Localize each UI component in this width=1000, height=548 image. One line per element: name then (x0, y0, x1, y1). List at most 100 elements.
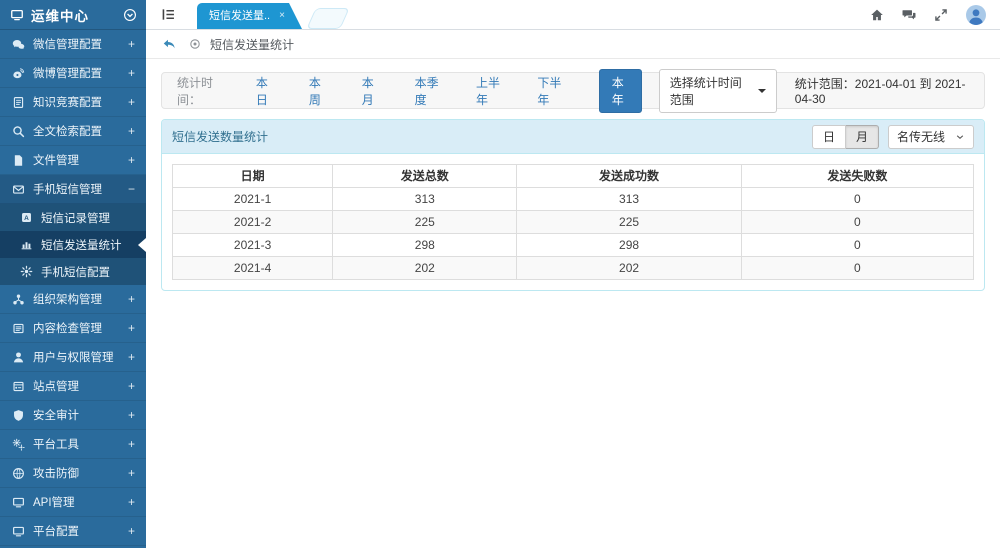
table-header-cell: 日期 (173, 165, 333, 188)
user-avatar[interactable] (966, 5, 986, 25)
table-cell: 0 (741, 257, 973, 280)
table-cell: 313 (333, 188, 517, 211)
sidebar-item-7[interactable]: 内容检查管理+ (0, 314, 146, 343)
sidebar-item-12[interactable]: 攻击防御+ (0, 459, 146, 488)
comments-icon[interactable] (902, 8, 916, 22)
plus-icon: + (128, 408, 135, 422)
table-cell: 298 (333, 234, 517, 257)
weibo-icon (12, 67, 25, 80)
plus-icon: + (128, 95, 135, 109)
table-row: 2021-13133130 (173, 188, 974, 211)
table-cell: 2021-4 (173, 257, 333, 280)
table-cell: 225 (517, 211, 741, 234)
plus-icon: + (128, 437, 135, 451)
breadcrumb: 短信发送量统计 (146, 30, 1000, 59)
sidebar-item-3[interactable]: 全文检索配置+ (0, 117, 146, 146)
caret-down-icon (758, 89, 766, 93)
quiz-doc-icon (12, 96, 25, 109)
sidebar-item-9[interactable]: 站点管理+ (0, 372, 146, 401)
sidebar-item-0[interactable]: 微信管理配置+ (0, 30, 146, 59)
content: 统计时间： 本日本周本月本季度上半年下半年本年 选择统计时间范围 统计范围：20… (146, 59, 1000, 291)
fullscreen-icon[interactable] (934, 8, 948, 22)
channel-select[interactable]: 名传无线 (888, 125, 974, 149)
tab-label: 短信发送量.. (209, 3, 270, 29)
filter-option-4[interactable]: 上半年 (476, 74, 501, 108)
plus-icon: + (128, 66, 135, 80)
sidebar: 运维中心 微信管理配置+微博管理配置+知识竞赛配置+全文检索配置+文件管理+手机… (0, 0, 146, 548)
envelope-icon (12, 183, 25, 196)
filter-option-2[interactable]: 本月 (362, 74, 379, 108)
bar-chart-icon (20, 238, 33, 251)
table-header-cell: 发送总数 (333, 165, 517, 188)
filter-bar: 统计时间： 本日本周本月本季度上半年下半年本年 选择统计时间范围 统计范围：20… (161, 72, 985, 109)
sidebar-item-11[interactable]: 平台工具+ (0, 430, 146, 459)
plus-icon: + (128, 124, 135, 138)
plus-icon: + (128, 379, 135, 393)
table-cell: 2021-1 (173, 188, 333, 211)
sidebar-submenu: A短信记录管理短信发送量统计手机短信配置 (0, 204, 146, 285)
table-cell: 298 (517, 234, 741, 257)
main-area: 短信发送量.. × 短信发送量统计 统计时间： 本日本周本月本季度上半年下半年本… (146, 0, 1000, 548)
sidebar-item-5[interactable]: 手机短信管理− (0, 175, 146, 204)
tab-sms-stats[interactable]: 短信发送量.. × (197, 3, 289, 29)
sidebar-item-label: 全文检索配置 (33, 123, 128, 139)
filter-option-6-selected[interactable]: 本年 (599, 69, 642, 113)
view-button-0[interactable]: 日 (812, 125, 846, 149)
minus-icon: − (128, 182, 135, 196)
topbar-icons (870, 0, 986, 30)
sidebar-item-label: 组织架构管理 (33, 291, 128, 307)
sidebar-item-13[interactable]: API管理+ (0, 488, 146, 517)
view-button-1-active[interactable]: 月 (846, 125, 879, 149)
sidebar-item-8[interactable]: 用户与权限管理+ (0, 343, 146, 372)
plus-icon: + (128, 495, 135, 509)
monitor-icon (12, 496, 25, 509)
org-icon (12, 293, 25, 306)
chevron-circle-down-icon[interactable] (123, 8, 137, 22)
sidebar-item-label: 平台工具 (33, 436, 128, 452)
sidebar-item-4[interactable]: 文件管理+ (0, 146, 146, 175)
site-icon (12, 380, 25, 393)
sidebar-header: 运维中心 (0, 0, 146, 30)
time-range-dropdown[interactable]: 选择统计时间范围 (659, 69, 777, 113)
sidebar-item-label: 微博管理配置 (33, 65, 128, 81)
sidebar-item-5-1[interactable]: 短信发送量统计 (0, 231, 146, 258)
channel-select-value: 名传无线 (897, 130, 945, 144)
table-header-cell: 发送失败数 (741, 165, 973, 188)
sidebar-item-10[interactable]: 安全审计+ (0, 401, 146, 430)
sidebar-item-5-2[interactable]: 手机短信配置 (0, 258, 146, 285)
back-arrow-icon[interactable] (162, 37, 176, 51)
filter-option-3[interactable]: 本季度 (415, 74, 440, 108)
filter-option-5[interactable]: 下半年 (537, 74, 562, 108)
stats-table: 日期发送总数发送成功数发送失败数2021-131331302021-222522… (172, 164, 974, 280)
home-icon[interactable] (870, 8, 884, 22)
sidebar-item-1[interactable]: 微博管理配置+ (0, 59, 146, 88)
sidebar-item-label: 手机短信管理 (33, 181, 128, 197)
table-header-row: 日期发送总数发送成功数发送失败数 (173, 165, 974, 188)
stats-panel: 短信发送数量统计 日月 名传无线 日期发送总数发送成功数发送失败数2021-13… (161, 119, 985, 291)
globe-icon (12, 467, 25, 480)
stats-panel-title: 短信发送数量统计 (172, 128, 812, 145)
table-cell: 202 (517, 257, 741, 280)
sidebar-item-label: 攻击防御 (33, 465, 128, 481)
sidebar-item-14[interactable]: 平台配置+ (0, 517, 146, 546)
sidebar-menu: 微信管理配置+微博管理配置+知识竞赛配置+全文检索配置+文件管理+手机短信管理−… (0, 30, 146, 546)
sidebar-item-label: 安全审计 (33, 407, 128, 423)
ghost-tab (306, 8, 349, 29)
filter-option-1[interactable]: 本周 (309, 74, 326, 108)
table-cell: 202 (333, 257, 517, 280)
sidebar-item-2[interactable]: 知识竞赛配置+ (0, 88, 146, 117)
gear-icon (20, 265, 33, 278)
sidebar-item-6[interactable]: 组织架构管理+ (0, 285, 146, 314)
filter-option-0[interactable]: 本日 (256, 74, 273, 108)
table-cell: 0 (741, 188, 973, 211)
close-icon[interactable]: × (279, 3, 285, 29)
sidebar-item-5-0[interactable]: A短信记录管理 (0, 204, 146, 231)
plus-icon: + (128, 153, 135, 167)
page-title: 短信发送量统计 (210, 36, 294, 53)
search-icon (12, 125, 25, 138)
stats-panel-body: 日期发送总数发送成功数发送失败数2021-131331302021-222522… (162, 154, 984, 290)
sidebar-item-label: 内容检查管理 (33, 320, 128, 336)
range-text: 统计范围：2021-04-01 到 2021-04-30 (795, 75, 969, 106)
sidebar-item-label: 平台配置 (33, 523, 128, 539)
sidebar-toggle-icon[interactable] (161, 7, 176, 22)
